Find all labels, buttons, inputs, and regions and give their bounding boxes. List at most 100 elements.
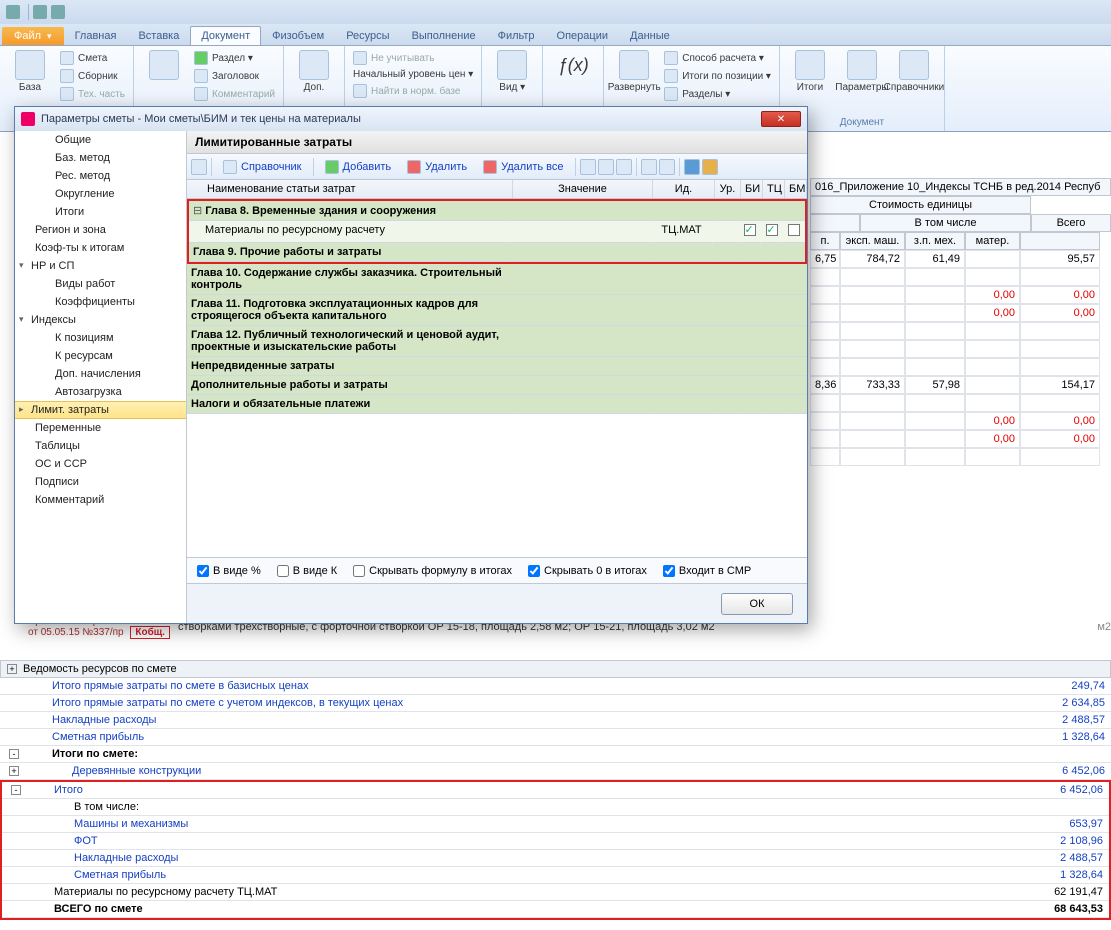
open-icon[interactable] bbox=[702, 159, 718, 175]
nav-к-позициям[interactable]: К позициям bbox=[15, 329, 186, 347]
worker-icon[interactable] bbox=[191, 159, 207, 175]
nav-переменные[interactable]: Переменные bbox=[15, 419, 186, 437]
nav-коэф-ты-к-итогам[interactable]: Коэф-ты к итогам bbox=[15, 239, 186, 257]
nav-подписи[interactable]: Подписи bbox=[15, 473, 186, 491]
cost-row[interactable]: Материалы по ресурсному расчетуТЦ.МАТ bbox=[189, 221, 805, 243]
total-row[interactable]: -Итоги по смете: bbox=[0, 746, 1111, 763]
tab-filter[interactable]: Фильтр bbox=[487, 26, 546, 45]
tab-home[interactable]: Главная bbox=[64, 26, 128, 45]
cost-row[interactable]: Непредвиденные затраты bbox=[187, 357, 807, 376]
total-row[interactable]: Накладные расходы2 488,57 bbox=[2, 850, 1109, 867]
deleteall-button[interactable]: Удалить все bbox=[476, 157, 570, 177]
dialog-titlebar[interactable]: Параметры сметы - Мои сметы\БИМ и тек це… bbox=[15, 107, 807, 131]
total-row[interactable]: ВСЕГО по смете68 643,53 bbox=[2, 901, 1109, 918]
nav-баз-метод[interactable]: Баз. метод bbox=[15, 149, 186, 167]
checkbox-bi[interactable] bbox=[744, 224, 756, 236]
tab-data[interactable]: Данные bbox=[619, 26, 681, 45]
cost-row[interactable]: Глава 8. Временные здания и сооружения bbox=[189, 201, 805, 221]
delete-button[interactable]: Удалить bbox=[400, 157, 474, 177]
dialog-nav[interactable]: ОбщиеБаз. методРес. методОкруглениеИтоги… bbox=[15, 131, 187, 623]
total-row[interactable]: Машины и механизмы653,97 bbox=[2, 816, 1109, 833]
check-percent[interactable]: В виде % bbox=[197, 565, 261, 577]
nav-общие[interactable]: Общие bbox=[15, 131, 186, 149]
total-row[interactable]: Накладные расходы2 488,57 bbox=[0, 712, 1111, 729]
check-hidezero[interactable]: Скрывать 0 в итогах bbox=[528, 565, 647, 577]
findnorm-button[interactable]: Найти в норм. базе bbox=[351, 83, 475, 99]
tab-resources[interactable]: Ресурсы bbox=[335, 26, 400, 45]
ignore-button[interactable]: Не учитывать bbox=[351, 50, 475, 66]
sections-button[interactable]: Разделы ▾ bbox=[662, 86, 773, 102]
baselevel-button[interactable]: Начальный уровень цен ▾ bbox=[351, 68, 475, 81]
nav-индексы[interactable]: Индексы bbox=[15, 311, 186, 329]
checkbox-bm[interactable] bbox=[788, 224, 800, 236]
check-smr[interactable]: Входит в СМР bbox=[663, 565, 751, 577]
cost-row[interactable]: Дополнительные работы и затраты bbox=[187, 376, 807, 395]
total-row[interactable]: +Деревянные конструкции6 452,06 bbox=[0, 763, 1111, 780]
tab-operations[interactable]: Операции bbox=[546, 26, 619, 45]
close-button[interactable]: ✕ bbox=[761, 111, 801, 127]
cost-row[interactable]: Глава 9. Прочие работы и затраты bbox=[189, 243, 805, 262]
total-row[interactable]: Сметная прибыль1 328,64 bbox=[2, 867, 1109, 884]
nav-регион-и-зона[interactable]: Регион и зона bbox=[15, 221, 186, 239]
total-row[interactable]: -Итого6 452,06 bbox=[2, 782, 1109, 799]
expand-toggle[interactable]: - bbox=[11, 785, 21, 795]
nav-комментарий[interactable]: Комментарий bbox=[15, 491, 186, 509]
tab-document[interactable]: Документ bbox=[190, 26, 261, 45]
down-icon[interactable] bbox=[659, 159, 675, 175]
copy-icon[interactable] bbox=[598, 159, 614, 175]
nav-к-ресурсам[interactable]: К ресурсам bbox=[15, 347, 186, 365]
sbornik-button[interactable]: Сборник bbox=[58, 68, 127, 84]
qat-save-icon[interactable] bbox=[33, 5, 47, 19]
qat-undo-icon[interactable] bbox=[51, 5, 65, 19]
save-icon[interactable] bbox=[684, 159, 700, 175]
add-button[interactable]: Добавить bbox=[318, 157, 399, 177]
comment-button[interactable]: Комментарий bbox=[192, 86, 277, 102]
params-button[interactable]: Параметры bbox=[838, 48, 886, 117]
expand-icon[interactable]: + bbox=[7, 664, 17, 674]
cost-row[interactable]: Налоги и обязательные платежи bbox=[187, 395, 807, 414]
smeta-button[interactable]: Смета bbox=[58, 50, 127, 66]
check-hideformula[interactable]: Скрывать формулу в итогах bbox=[353, 565, 512, 577]
up-icon[interactable] bbox=[641, 159, 657, 175]
checkbox-tc[interactable] bbox=[766, 224, 778, 236]
resource-header[interactable]: + Ведомость ресурсов по смете bbox=[0, 660, 1111, 678]
nav-виды-работ[interactable]: Виды работ bbox=[15, 275, 186, 293]
nav-таблицы[interactable]: Таблицы bbox=[15, 437, 186, 455]
nav-рес-метод[interactable]: Рес. метод bbox=[15, 167, 186, 185]
nav-автозагрузка[interactable]: Автозагрузка bbox=[15, 383, 186, 401]
nav-коэффициенты[interactable]: Коэффициенты bbox=[15, 293, 186, 311]
cost-rows[interactable]: Глава 8. Временные здания и сооруженияМа… bbox=[187, 199, 807, 557]
nav-нр-и-сп[interactable]: НР и СП bbox=[15, 257, 186, 275]
total-row[interactable]: ФОТ2 108,96 bbox=[2, 833, 1109, 850]
total-row[interactable]: Материалы по ресурсному расчету ТЦ.МАТ62… bbox=[2, 884, 1109, 901]
nav-ос-и-сср[interactable]: ОС и ССР bbox=[15, 455, 186, 473]
nav-округление[interactable]: Округление bbox=[15, 185, 186, 203]
paste-icon[interactable] bbox=[616, 159, 632, 175]
file-tab[interactable]: Файл bbox=[2, 27, 64, 45]
calcmode-button[interactable]: Способ расчета ▾ bbox=[662, 50, 773, 66]
expand-toggle[interactable]: + bbox=[9, 766, 19, 776]
refs-button[interactable]: Справочники bbox=[890, 48, 938, 117]
cut-icon[interactable] bbox=[580, 159, 596, 175]
total-row[interactable]: В том числе: bbox=[2, 799, 1109, 816]
positiontotals-button[interactable]: Итоги по позиции ▾ bbox=[662, 68, 773, 84]
tab-physvol[interactable]: Физобъем bbox=[261, 26, 335, 45]
nav-доп-начисления[interactable]: Доп. начисления bbox=[15, 365, 186, 383]
cost-row[interactable]: Глава 12. Публичный технологический и це… bbox=[187, 326, 807, 357]
cost-row[interactable]: Глава 10. Содержание службы заказчика. С… bbox=[187, 264, 807, 295]
ok-button[interactable]: ОК bbox=[721, 593, 793, 615]
total-row[interactable]: Итого прямые затраты по смете в базисных… bbox=[0, 678, 1111, 695]
tab-insert[interactable]: Вставка bbox=[127, 26, 190, 45]
total-row[interactable]: Сметная прибыль1 328,64 bbox=[0, 729, 1111, 746]
tehchast-button[interactable]: Тех. часть bbox=[58, 86, 127, 102]
nav-лимит-затраты[interactable]: Лимит. затраты bbox=[15, 401, 186, 419]
expand-toggle[interactable]: - bbox=[9, 749, 19, 759]
cost-row[interactable]: Глава 11. Подготовка эксплуатационных ка… bbox=[187, 295, 807, 326]
zagolovok-button[interactable]: Заголовок bbox=[192, 68, 277, 84]
tab-execution[interactable]: Выполнение bbox=[401, 26, 487, 45]
total-row[interactable]: Итого прямые затраты по смете с учетом и… bbox=[0, 695, 1111, 712]
nav-итоги[interactable]: Итоги bbox=[15, 203, 186, 221]
reference-button[interactable]: Справочник bbox=[216, 157, 309, 177]
check-k[interactable]: В виде К bbox=[277, 565, 337, 577]
razdel-button[interactable]: Раздел ▾ bbox=[192, 50, 277, 66]
